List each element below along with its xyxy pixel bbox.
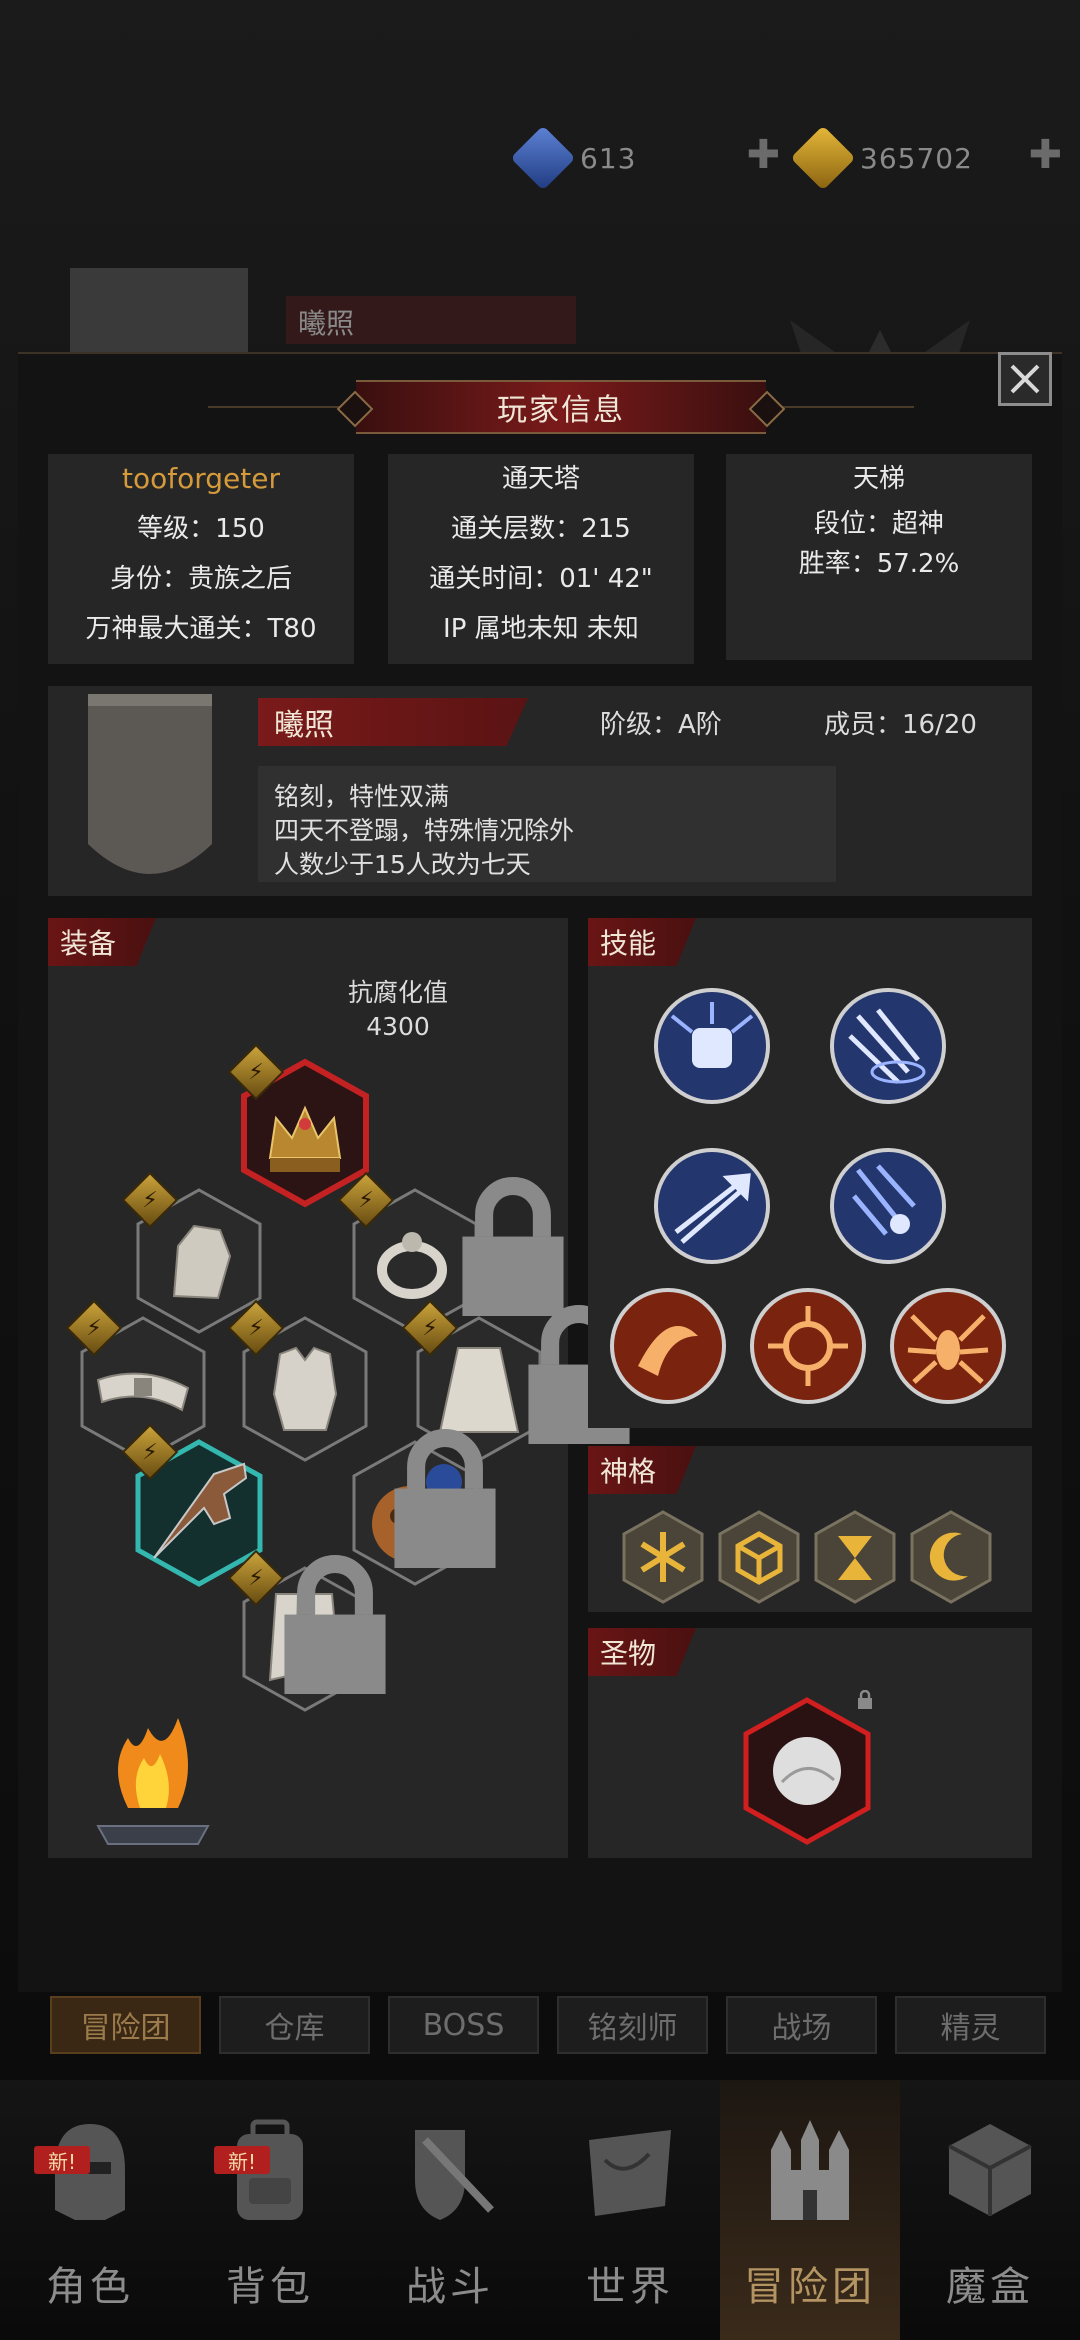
castle-icon	[771, 2120, 849, 2220]
guild-notice-line: 铭刻，特性双满	[274, 782, 450, 811]
player-level: 等级：150	[137, 514, 265, 544]
guild-name: 曦照	[258, 698, 528, 746]
divinity-hourglass-icon[interactable]	[814, 1510, 896, 1604]
fire-swirl-skill-icon[interactable]	[608, 1286, 728, 1406]
guild-notice: 铭刻，特性双满 四天不登蹋，特殊情况除外 人数少于15人改为七天	[258, 766, 836, 882]
player-info-modal: 玩家信息 tooforgeter 等级：150 身份：贵族之后 万神最大通关：T…	[18, 352, 1062, 1992]
modal-title-bar: 玩家信息	[356, 380, 766, 434]
corrosion-stat: 抗腐化值 4300	[348, 976, 448, 1044]
new-badge: 新!	[214, 2146, 271, 2174]
add-diamond-button[interactable]: ✚	[746, 132, 780, 178]
equipment-section-title: 装备	[48, 918, 157, 966]
gold-icon	[790, 125, 856, 191]
map-scroll-icon	[589, 2130, 671, 2216]
lock-icon	[284, 1555, 386, 1694]
guild-notice-line: 人数少于15人改为七天	[274, 850, 531, 879]
nav-label: 背包	[226, 2264, 314, 2310]
skills-section-title: 技能	[588, 918, 697, 966]
player-identity: 身份：贵族之后	[109, 564, 292, 594]
player-max-clear: 万神最大通关：T80	[85, 614, 317, 644]
fist-skill-icon[interactable]	[652, 986, 772, 1106]
new-badge: 新!	[34, 2146, 91, 2174]
ladder-rank: 段位：超神	[813, 509, 944, 539]
diamond-amount: 613	[580, 141, 637, 175]
nav-label: 角色	[46, 2264, 134, 2310]
lock-icon	[858, 1690, 872, 1709]
nav-label: 战斗	[406, 2264, 494, 2310]
relic-section-title: 圣物	[588, 1628, 697, 1676]
ladder-title: 天梯	[852, 464, 905, 494]
fire-sigil-skill-icon[interactable]	[748, 1286, 868, 1406]
tower-title: 通天塔	[501, 464, 580, 494]
skills-panel: 技能	[588, 918, 1032, 1428]
subtab-adventure-group[interactable]: 冒险团	[50, 1996, 201, 2054]
player-card: tooforgeter 等级：150 身份：贵族之后 万神最大通关：T80	[48, 454, 354, 664]
nav-character[interactable]: 新! 角色	[0, 2080, 180, 2340]
divinity-moon-icon[interactable]	[910, 1510, 992, 1604]
diamond-icon	[510, 125, 576, 191]
nav-label: 魔盒	[946, 2264, 1034, 2310]
divinity-panel: 神格	[588, 1446, 1032, 1612]
nav-backpack[interactable]: 新! 背包	[180, 2080, 360, 2340]
spider-skill-icon[interactable]	[888, 1286, 1008, 1406]
guild-tier: 阶级：A阶	[600, 710, 722, 740]
relic-pearl-icon[interactable]	[742, 1696, 872, 1846]
corrosion-label: 抗腐化值	[348, 978, 449, 1007]
gold-amount: 365702	[860, 141, 973, 175]
close-button[interactable]	[998, 352, 1052, 406]
background-guild-name: 曦照	[298, 307, 355, 340]
player-ip: IP 属地未知 未知	[443, 614, 639, 644]
nav-label: 冒险团	[744, 2264, 876, 2310]
diamond-counter: 613 ✚	[510, 125, 780, 191]
tower-time: 通关时间：01' 42"	[429, 564, 653, 594]
tower-floors: 通关层数：215	[451, 514, 631, 544]
ladder-card: 天梯 段位：超神 胜率：57.2%	[726, 454, 1032, 660]
close-icon	[1010, 364, 1040, 394]
nav-magic-box[interactable]: 魔盒	[900, 2080, 1080, 2340]
gold-counter: 365702 ✚	[790, 125, 1062, 191]
subtab-boss[interactable]: BOSS	[388, 1996, 539, 2054]
subtab-spirit[interactable]: 精灵	[895, 1996, 1046, 2054]
nav-world[interactable]: 世界	[540, 2080, 720, 2340]
title-deco-right	[774, 406, 914, 408]
magic-cube-icon	[948, 2124, 1032, 2216]
guild-panel: 曦照 阶级：A阶 成员：16/20 铭刻，特性双满 四天不登蹋，特殊情况除外 人…	[48, 686, 1032, 896]
nav-label: 世界	[586, 2264, 674, 2310]
lightning-strike-skill-icon[interactable]	[828, 986, 948, 1106]
arrow-burst-skill-icon[interactable]	[652, 1146, 772, 1266]
divinity-cube-icon[interactable]	[718, 1510, 800, 1604]
divinity-sunburst-icon[interactable]	[622, 1510, 704, 1604]
bottom-nav: 新! 角色 新! 背包 战斗 世界 冒险团 魔盒	[0, 2080, 1080, 2340]
equipment-panel: 装备 抗腐化值 4300 ⚡ ⚡ ⚡ ⚡ ⚡ ⚡ ⚡ ⚡	[48, 918, 630, 1858]
guild-subtabs: 冒险团 仓库 BOSS 铭刻师 战场 精灵	[50, 1996, 1046, 2054]
ladder-win-rate: 胜率：57.2%	[798, 549, 960, 579]
subtab-battlefield[interactable]: 战场	[726, 1996, 877, 2054]
nav-adventure-group[interactable]: 冒险团	[720, 2080, 900, 2340]
modal-title: 玩家信息	[497, 393, 625, 428]
title-deco-left	[208, 406, 348, 408]
tower-card: 通天塔 通关层数：215 通关时间：01' 42" IP 属地未知 未知	[388, 454, 694, 664]
nav-battle[interactable]: 战斗	[360, 2080, 540, 2340]
corrosion-value: 4300	[366, 1012, 430, 1041]
divinity-section-title: 神格	[588, 1446, 697, 1494]
sword-shield-icon	[415, 2130, 494, 2220]
flame-brazier-icon	[96, 1718, 210, 1845]
guild-members: 成员：16/20	[824, 710, 977, 740]
player-name: tooforgeter	[122, 462, 280, 495]
meteor-skill-icon[interactable]	[828, 1146, 948, 1266]
equip-slot-boots[interactable]: ⚡	[227, 1549, 386, 1714]
add-gold-button[interactable]: ✚	[1028, 132, 1062, 178]
relic-panel: 圣物	[588, 1628, 1032, 1858]
guild-flag-icon	[88, 694, 212, 874]
subtab-warehouse[interactable]: 仓库	[219, 1996, 370, 2054]
guild-notice-line: 四天不登蹋，特殊情况除外	[274, 816, 575, 845]
subtab-engraver[interactable]: 铭刻师	[557, 1996, 708, 2054]
